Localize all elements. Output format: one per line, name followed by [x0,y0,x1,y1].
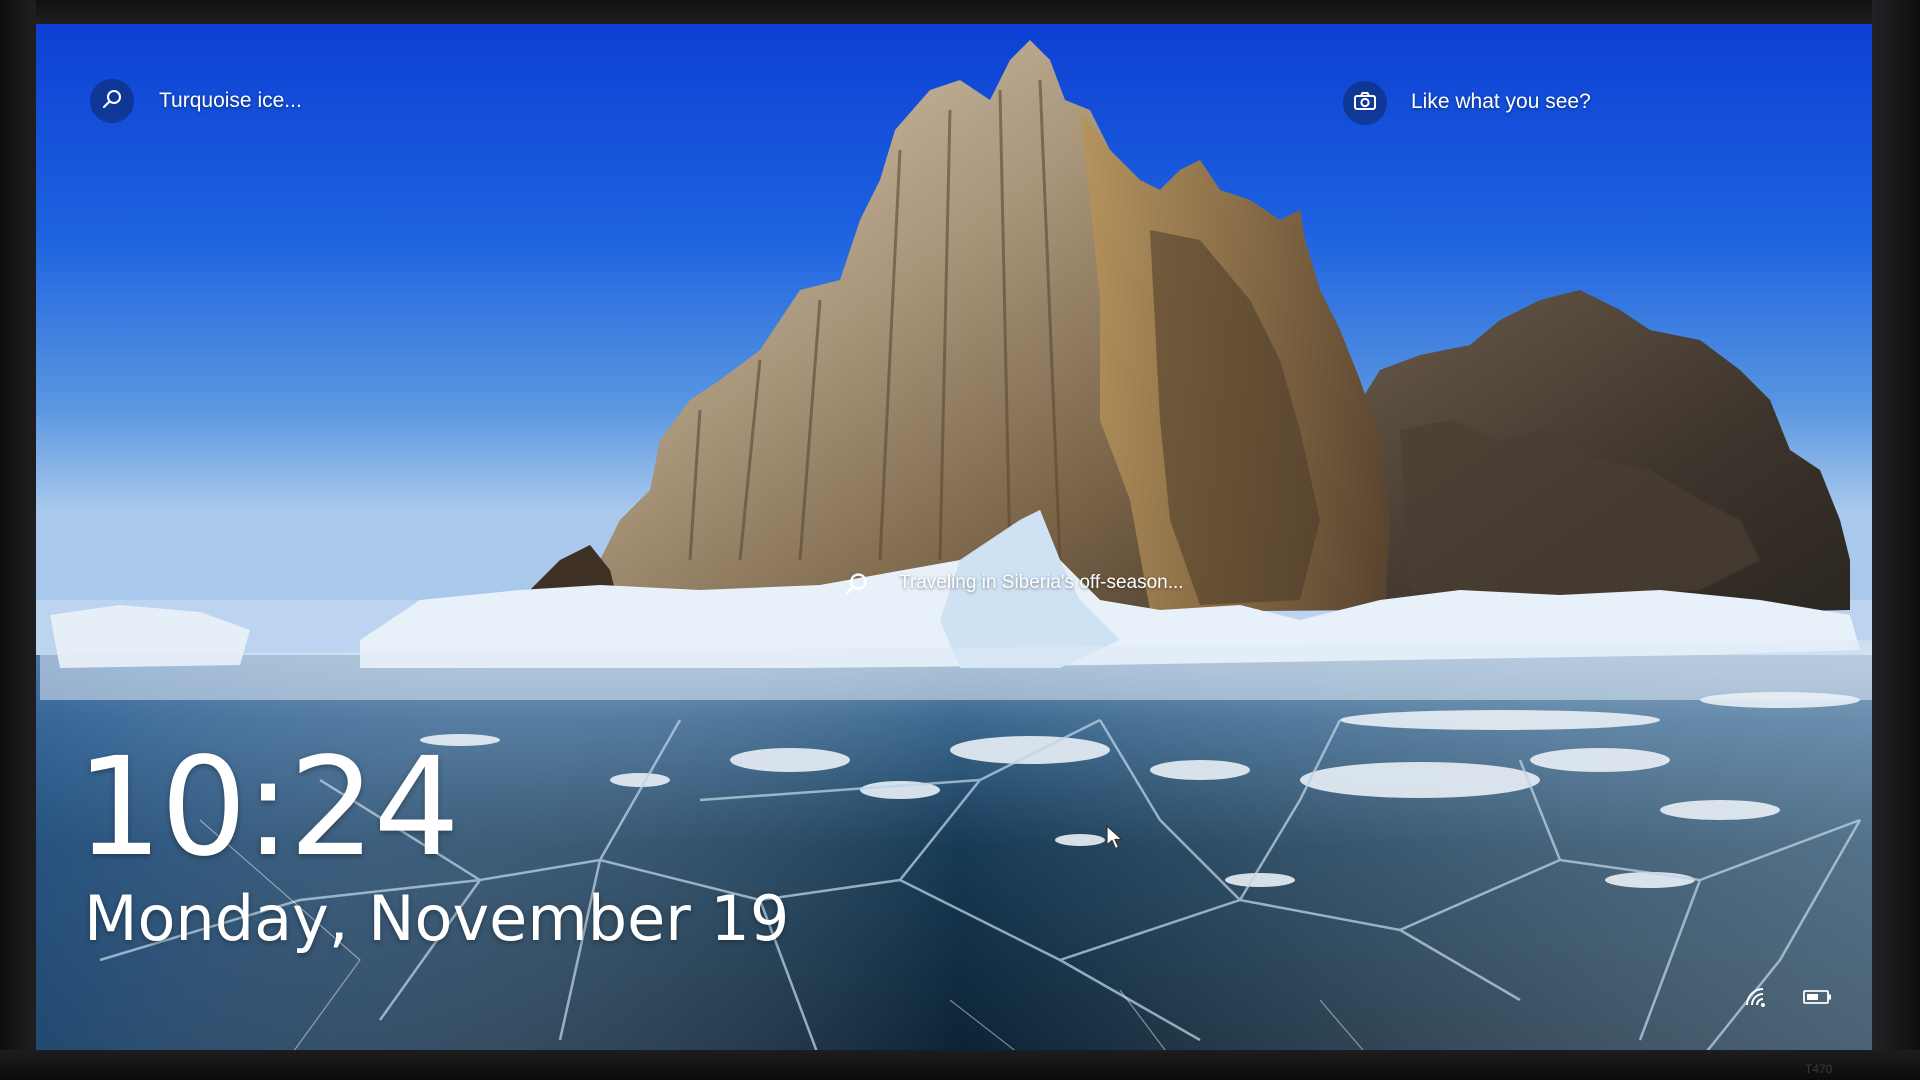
monitor-bezel-bottom [0,1050,1920,1080]
network-icon[interactable] [1744,986,1768,1013]
spotlight-search-button[interactable] [90,79,134,123]
caption-search-icon[interactable] [843,571,869,602]
image-caption-link[interactable]: Traveling in Siberia's off-season... [899,572,1184,594]
like-what-you-see-link[interactable]: Like what you see? [1411,90,1591,114]
search-icon [101,88,123,115]
lock-screen[interactable]: Turquoise ice... Like what you see? Trav… [0,0,1920,1080]
laptop-model-label: T470 [1805,1062,1833,1076]
camera-icon [1353,91,1377,116]
like-what-you-see-button[interactable] [1343,81,1387,125]
monitor-bezel-left [0,0,36,1080]
mouse-cursor-icon [1106,824,1124,856]
spotlight-title-link[interactable]: Turquoise ice... [159,89,302,113]
monitor-bezel-right [1872,0,1920,1080]
battery-icon[interactable] [1803,989,1833,1010]
lock-screen-date: Monday, November 19 [84,882,790,955]
lock-screen-clock: 10:24 [76,729,460,887]
monitor-bezel-top [0,0,1920,24]
